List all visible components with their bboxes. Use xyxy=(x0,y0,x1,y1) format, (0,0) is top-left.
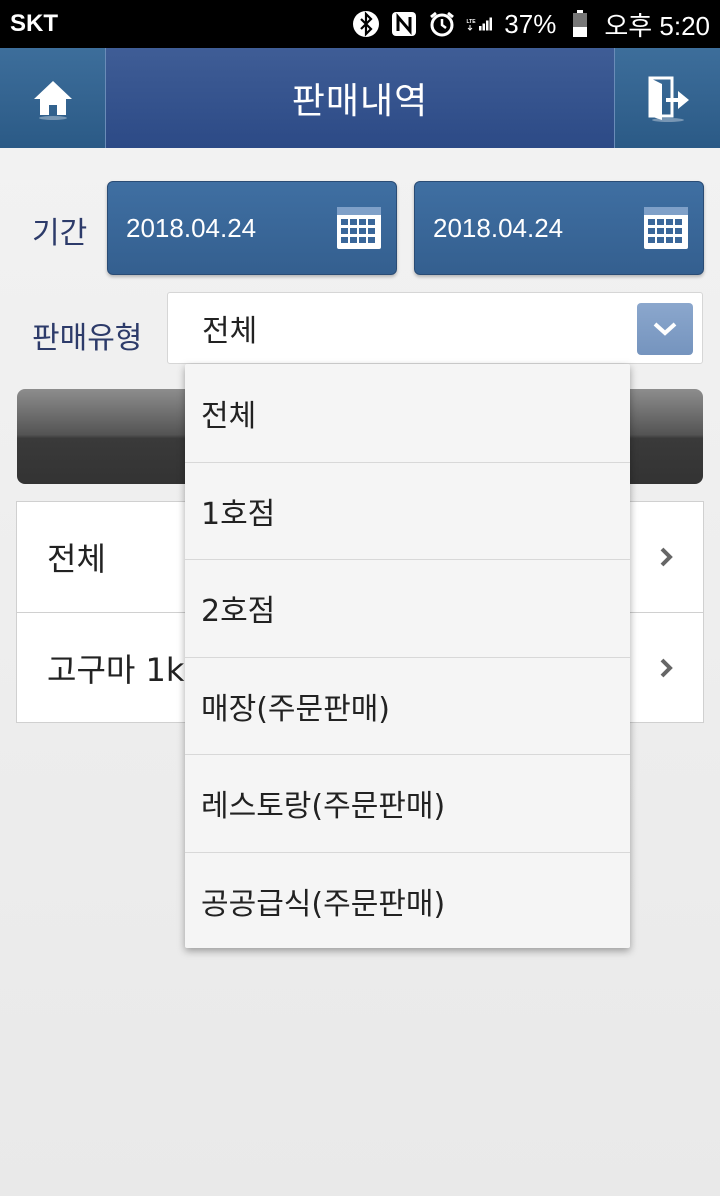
status-bar: SKT LTE 37% 오후 5:20 xyxy=(0,0,720,48)
start-date-value: 2018.04.24 xyxy=(126,212,257,243)
dropdown-option-store-1[interactable]: 1호점 xyxy=(185,461,630,560)
end-date-button[interactable]: 2018.04.24 xyxy=(414,181,704,275)
chevron-down-icon[interactable] xyxy=(637,303,693,355)
logout-button[interactable] xyxy=(614,48,720,148)
home-icon xyxy=(33,81,72,120)
sales-type-selected: 전체 xyxy=(202,314,258,349)
sales-type-label: 판매유형 xyxy=(32,321,143,356)
calendar-icon xyxy=(644,207,688,249)
dropdown-option-restaurant-order[interactable]: 레스토랑(주문판매) xyxy=(185,754,630,852)
list-item-label: 고구마 1k xyxy=(47,650,185,689)
sales-type-dropdown: 전체 1호점 2호점 매장(주문판매) 레스토랑(주문판매) 공공급식(주문판매… xyxy=(185,364,630,948)
list-item-label: 전체 xyxy=(47,540,106,578)
alarm-icon xyxy=(428,10,456,38)
dropdown-option-public-meal-order[interactable]: 공공급식(주문판매) xyxy=(185,851,630,950)
end-date-value: 2018.04.24 xyxy=(433,212,564,243)
battery-icon xyxy=(566,10,594,38)
clock: 오후 5:20 xyxy=(604,10,710,41)
dropdown-option-store-2[interactable]: 2호점 xyxy=(185,559,630,657)
lte-label: LTE xyxy=(467,19,477,25)
calendar-icon xyxy=(337,207,381,249)
carrier-label: SKT xyxy=(10,10,58,37)
chevron-right-icon xyxy=(660,547,673,567)
app-header: 판매내역 xyxy=(0,48,720,148)
battery-percent: 37% xyxy=(504,8,557,39)
chevron-right-icon xyxy=(660,658,673,678)
period-label: 기간 xyxy=(32,216,88,251)
dropdown-option-shop-order[interactable]: 매장(주문판매) xyxy=(185,656,630,755)
logout-icon xyxy=(648,76,689,122)
sales-type-select[interactable]: 전체 xyxy=(167,292,703,364)
status-icons: LTE 37% 오후 5:20 xyxy=(352,6,710,43)
page-title: 판매내역 xyxy=(291,81,429,122)
dropdown-option-all[interactable]: 전체 xyxy=(185,364,630,462)
nfc-icon xyxy=(390,10,418,38)
bluetooth-icon xyxy=(352,10,380,38)
home-button[interactable] xyxy=(0,48,106,148)
start-date-button[interactable]: 2018.04.24 xyxy=(107,181,397,275)
lte-signal-icon: LTE xyxy=(466,10,494,38)
